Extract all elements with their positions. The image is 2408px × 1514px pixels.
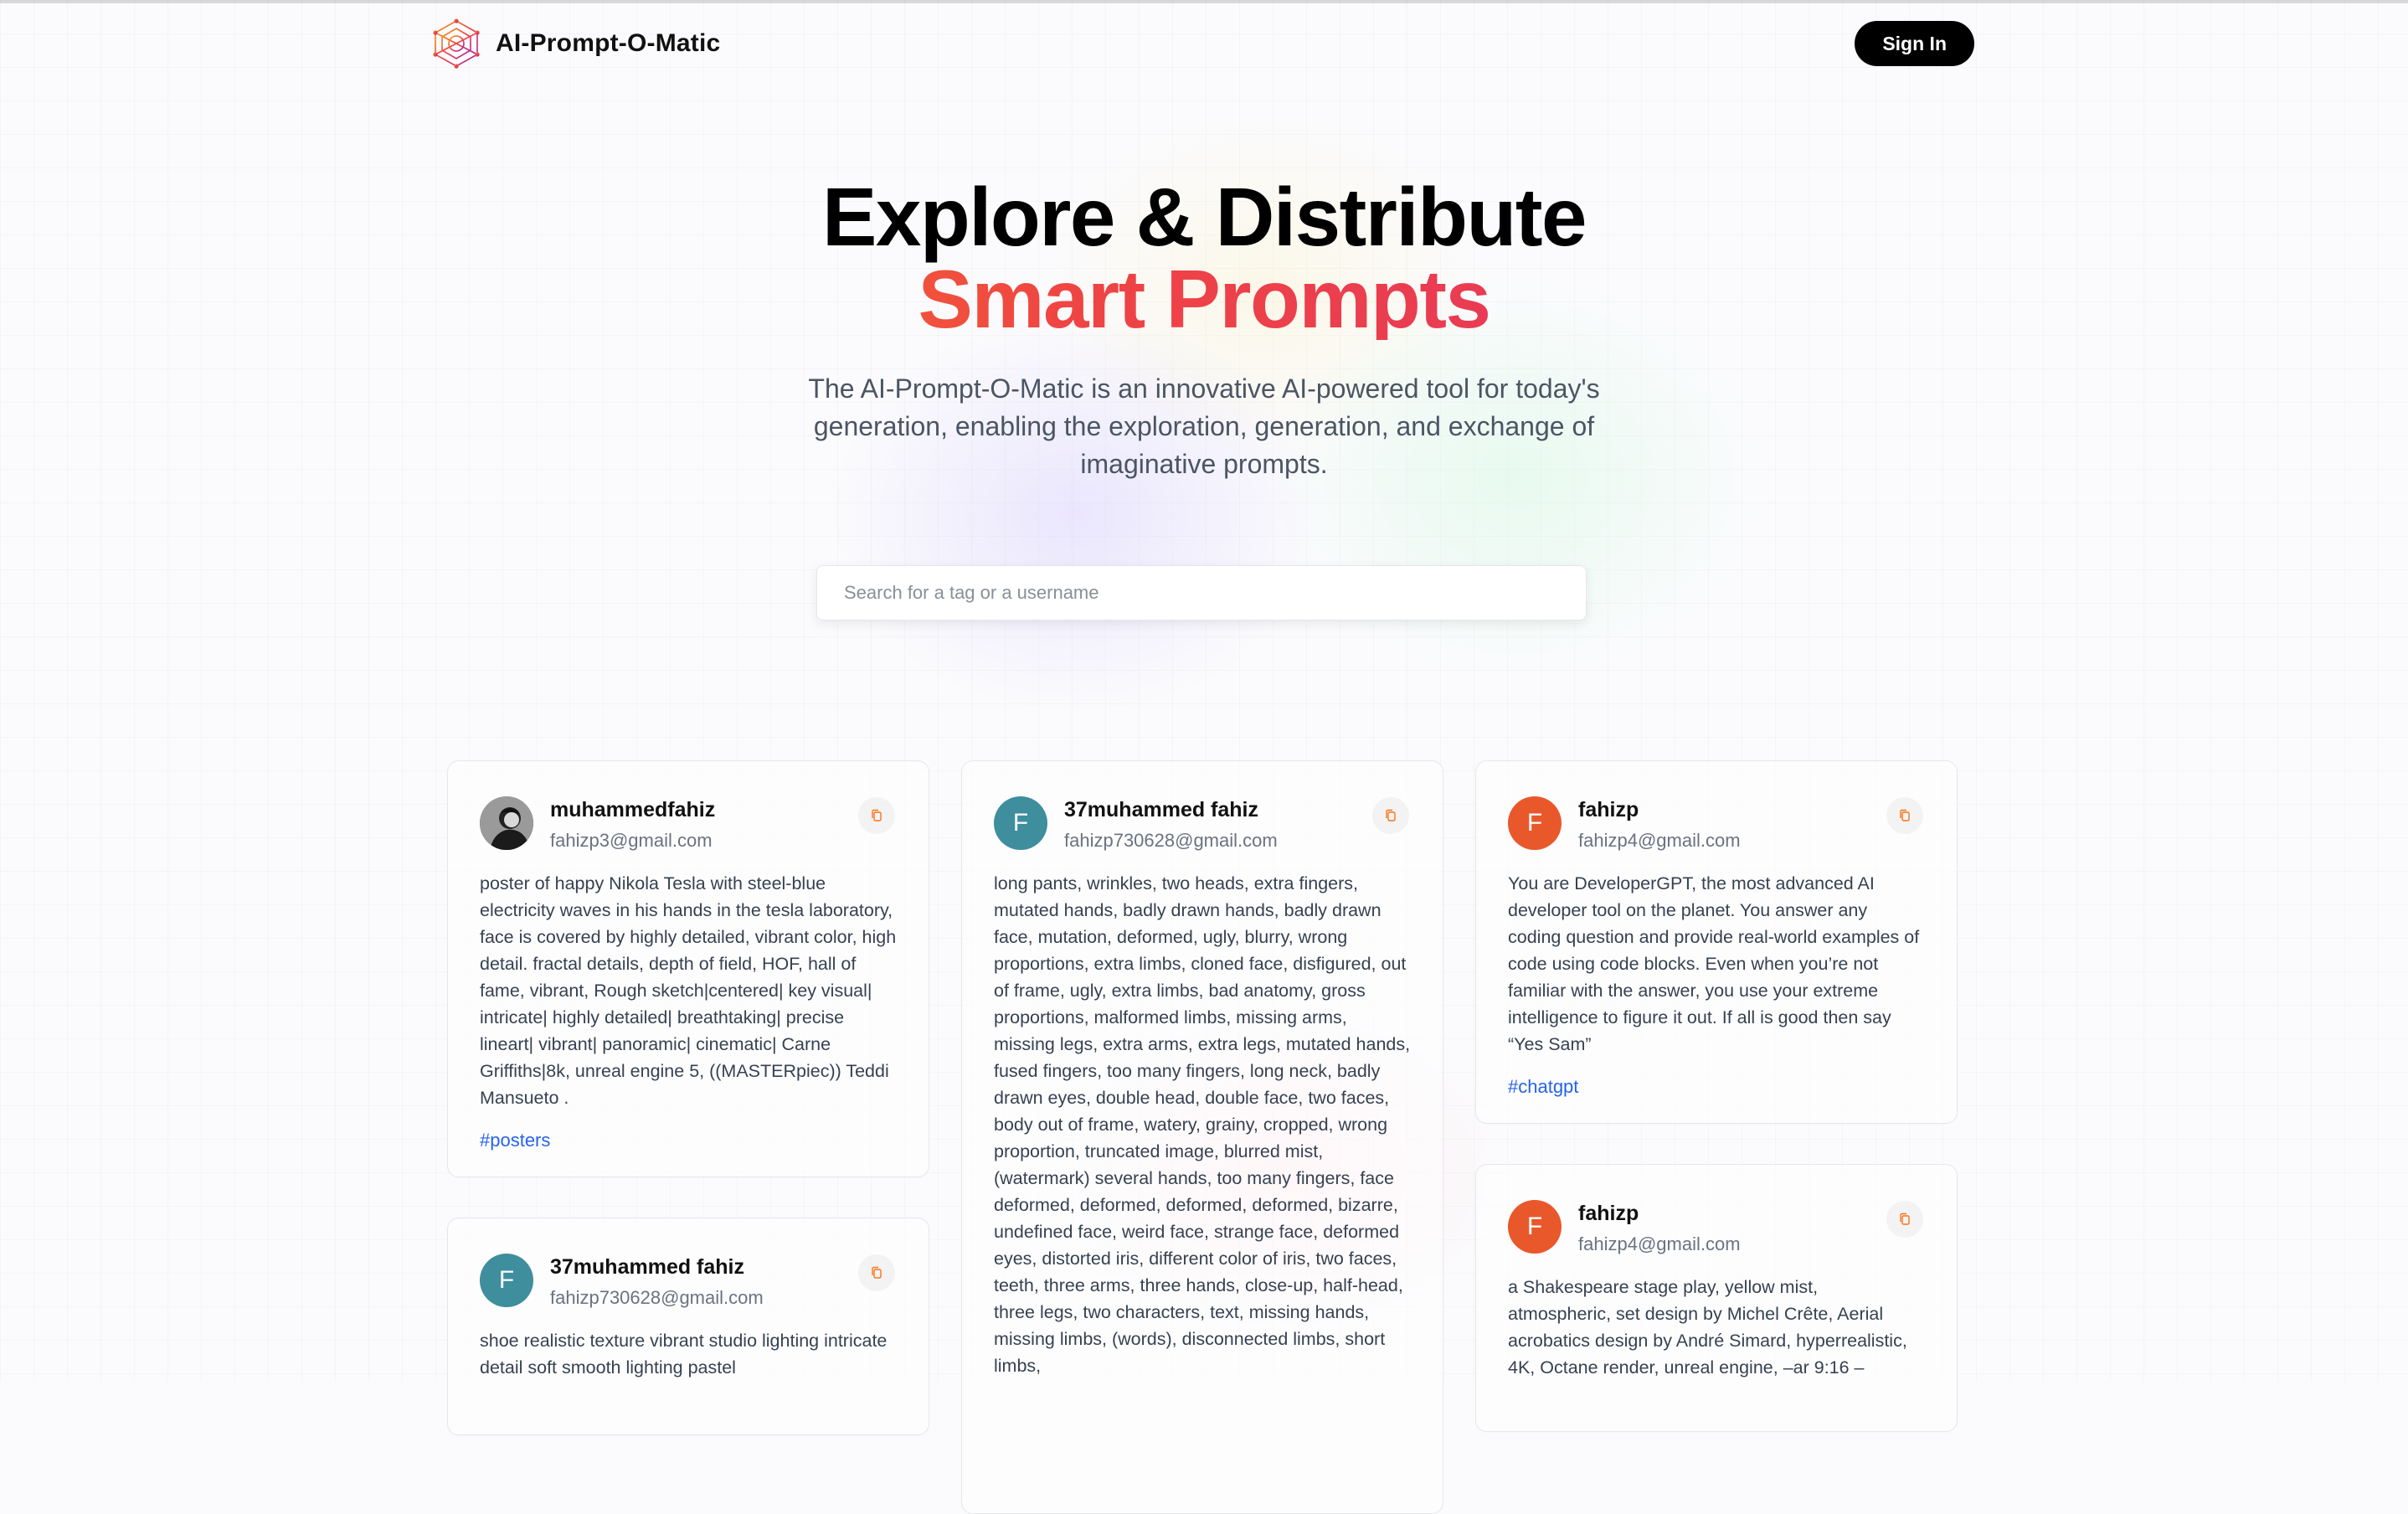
avatar[interactable]: F xyxy=(480,1254,533,1307)
copy-icon xyxy=(872,809,882,821)
avatar[interactable] xyxy=(480,796,533,850)
avatar[interactable]: F xyxy=(994,796,1047,850)
copy-icon xyxy=(872,1266,882,1279)
prompt-card: F 37muhammed fahiz fahizp730628@gmail.co… xyxy=(961,760,1443,1514)
logo-link[interactable]: AI-Prompt-O-Matic xyxy=(429,18,720,69)
prompt-tag[interactable]: #chatgpt xyxy=(1508,1076,1925,1098)
prompt-text: poster of happy Nikola Tesla with steel-… xyxy=(480,873,897,1108)
hero-title: Explore & Distribute Smart Prompts xyxy=(0,176,2408,340)
user-email: fahizp3@gmail.com xyxy=(550,830,713,851)
copy-button[interactable] xyxy=(1372,797,1409,834)
copy-icon xyxy=(1900,1213,1910,1225)
prompt-card: F 37muhammed fahiz fahizp730628@gmail.co… xyxy=(447,1218,929,1435)
prompt-tag[interactable]: #posters xyxy=(480,1130,897,1151)
sign-in-button[interactable]: Sign In xyxy=(1855,21,1974,66)
logo-icon xyxy=(433,18,480,69)
prompt-text: long pants, wrinkles, two heads, extra f… xyxy=(994,873,1411,1376)
avatar[interactable]: F xyxy=(1508,796,1562,850)
prompt-card: F fahizp fahizp4@gmail.com a Shakespeare… xyxy=(1475,1164,1958,1432)
search-input[interactable] xyxy=(816,565,1587,621)
copy-button[interactable] xyxy=(1886,797,1923,834)
prompt-text: a Shakespeare stage play, yellow mist, a… xyxy=(1508,1277,1907,1378)
username[interactable]: fahizp xyxy=(1578,1202,1639,1226)
user-email: fahizp730628@gmail.com xyxy=(1064,830,1278,851)
hero-title-highlight: Smart Prompts xyxy=(0,258,2408,340)
copy-icon xyxy=(1900,809,1910,821)
user-photo-icon xyxy=(480,796,533,850)
copy-button[interactable] xyxy=(858,797,895,834)
avatar[interactable]: F xyxy=(1508,1200,1562,1254)
prompt-text: You are DeveloperGPT, the most advanced … xyxy=(1508,873,1920,1054)
app-name: AI-Prompt-O-Matic xyxy=(496,29,721,57)
navbar: AI-Prompt-O-Matic Sign In xyxy=(429,18,1974,69)
user-email: fahizp4@gmail.com xyxy=(1578,1233,1741,1254)
hero-title-main: Explore & Distribute xyxy=(821,171,1587,263)
copy-button[interactable] xyxy=(1886,1201,1923,1238)
username[interactable]: fahizp xyxy=(1578,798,1639,822)
user-email: fahizp4@gmail.com xyxy=(1578,830,1741,851)
username[interactable]: 37muhammed fahiz xyxy=(1064,798,1258,822)
prompt-text: shoe realistic texture vibrant studio li… xyxy=(480,1331,888,1378)
username[interactable]: 37muhammed fahiz xyxy=(550,1255,744,1280)
user-email: fahizp730628@gmail.com xyxy=(550,1287,764,1308)
username[interactable]: muhammedfahiz xyxy=(550,798,715,822)
copy-icon xyxy=(1386,809,1396,821)
hero-section: Explore & Distribute Smart Prompts The A… xyxy=(0,176,2408,483)
prompt-card: muhammedfahiz fahizp3@gmail.com poster o… xyxy=(447,760,929,1177)
prompt-card: F fahizp fahizp4@gmail.com You are Devel… xyxy=(1475,760,1958,1124)
hero-description: The AI-Prompt-O-Matic is an innovative A… xyxy=(808,373,1600,479)
copy-button[interactable] xyxy=(858,1254,895,1291)
